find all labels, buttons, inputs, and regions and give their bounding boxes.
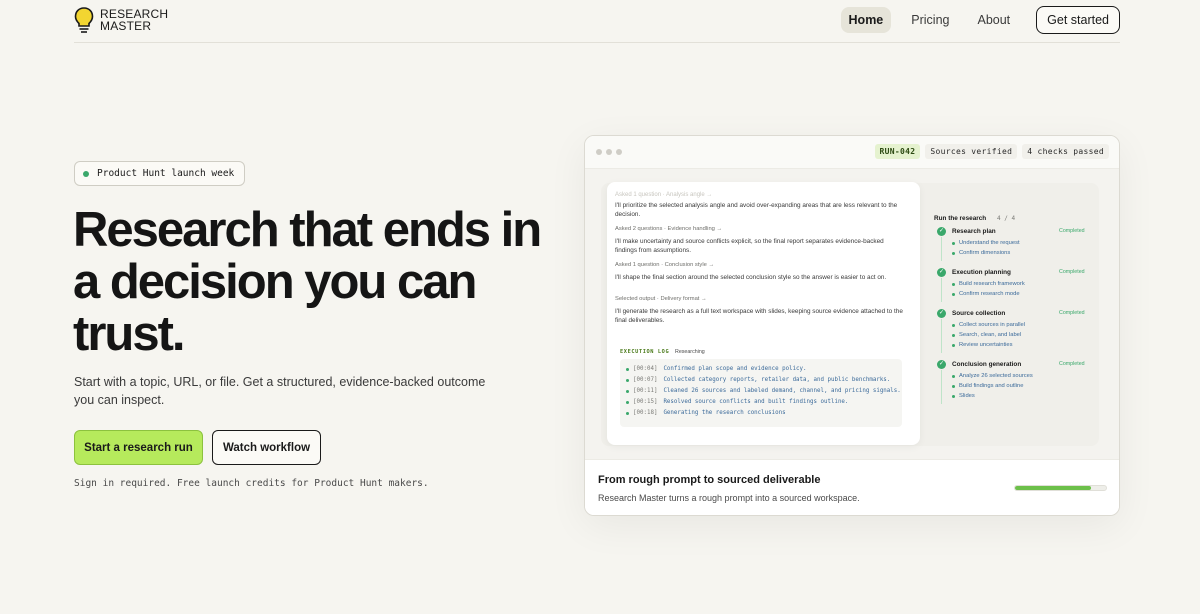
site-header: RESEARCH MASTER Home Pricing About Get s… xyxy=(74,0,1120,43)
footer-subtitle: Research Master turns a rough prompt int… xyxy=(598,493,860,503)
brand-logo[interactable]: RESEARCH MASTER xyxy=(74,6,210,34)
stage-step: Build research framework xyxy=(952,281,1025,287)
sources-chip: Sources verified xyxy=(925,144,1018,159)
brand-line-2: MASTER xyxy=(100,19,152,33)
hero-subtitle: Start with a topic, URL, or file. Get a … xyxy=(74,375,486,407)
stage-status: Completed xyxy=(1059,228,1085,234)
stage-title: Source collection xyxy=(952,310,1006,317)
window-dot-icon xyxy=(596,149,602,155)
check-icon: ✓ xyxy=(937,227,946,236)
stage-step: Review uncertainties xyxy=(952,342,1013,348)
chat-card: Asked 1 question · Analysis angle → I'll… xyxy=(607,182,920,445)
log-row: [00:07] Collected category reports, retai… xyxy=(626,377,890,383)
run-id-chip: RUN-042 xyxy=(874,144,921,159)
stage-status: Completed xyxy=(1059,310,1085,316)
stage-step: Understand the request xyxy=(952,240,1020,246)
stage-step: Search, clean, and label xyxy=(952,332,1021,338)
execution-status: Researching xyxy=(675,349,705,355)
window-controls xyxy=(596,149,626,155)
window-titlebar: RUN-042 Sources verified 4 checks passed xyxy=(585,136,1119,169)
stage-connector xyxy=(941,319,942,353)
signin-note: Sign in required. Free launch credits fo… xyxy=(74,478,429,489)
check-icon: ✓ xyxy=(937,360,946,369)
stage-step: Analyze 26 selected sources xyxy=(952,373,1033,379)
nav-about[interactable]: About xyxy=(969,7,1018,33)
stage-connector xyxy=(941,237,942,261)
stage-step: Collect sources in parallel xyxy=(952,322,1025,328)
progress-bar xyxy=(1014,485,1107,491)
stage-step: Slides xyxy=(952,393,975,399)
stage-connector xyxy=(941,278,942,302)
run-chips: RUN-042 Sources verified 4 checks passed xyxy=(870,144,1109,159)
execution-log-label: EXECUTION LOG xyxy=(620,349,670,355)
run-count: 4 / 4 xyxy=(997,215,1016,222)
execution-log: [00:04] Confirmed plan scope and evidence… xyxy=(620,359,902,427)
check-icon: ✓ xyxy=(937,309,946,318)
lightbulb-icon xyxy=(74,7,94,33)
chat-message: I'll prioritize the selected analysis an… xyxy=(615,202,898,219)
window-body: Asked 1 question · Analysis angle → I'll… xyxy=(585,169,1119,459)
stage-status: Completed xyxy=(1059,361,1085,367)
chat-question-meta[interactable]: Asked 2 questions · Evidence handling → xyxy=(615,226,722,232)
get-started-button[interactable]: Get started xyxy=(1036,6,1120,34)
window-dot-icon xyxy=(616,149,622,155)
launch-badge: Product Hunt launch week xyxy=(74,161,246,186)
window-footer: From rough prompt to sourced deliverable… xyxy=(585,459,1119,515)
chat-faded-meta: Asked 1 question · Analysis angle → xyxy=(615,192,713,198)
stage-title: Execution planning xyxy=(952,269,1011,276)
log-row: [00:18] Generating the research conclusio… xyxy=(626,410,786,416)
stage-title: Research plan xyxy=(952,228,996,235)
stage-title: Conclusion generation xyxy=(952,361,1022,368)
chat-message: I'll shape the final section around the … xyxy=(615,274,887,281)
demo-window: RUN-042 Sources verified 4 checks passed… xyxy=(584,135,1120,516)
stage-step: Confirm dimensions xyxy=(952,250,1010,256)
log-row: [00:11] Cleaned 26 sources and labeled de… xyxy=(626,388,901,394)
hero-title: Research that ends in a decision you can… xyxy=(73,203,542,361)
run-title: Run the research xyxy=(934,215,987,222)
watch-workflow-button[interactable]: Watch workflow xyxy=(212,430,321,465)
launch-badge-label: Product Hunt launch week xyxy=(97,168,235,179)
brand-name: RESEARCH MASTER xyxy=(100,8,210,32)
check-icon: ✓ xyxy=(937,268,946,277)
stage-step: Confirm research mode xyxy=(952,291,1020,297)
nav-home[interactable]: Home xyxy=(840,7,892,33)
chat-message: I'll make uncertainty and source conflic… xyxy=(615,238,884,255)
start-research-button[interactable]: Start a research run xyxy=(74,430,203,465)
stage-status: Completed xyxy=(1059,269,1085,275)
log-row: [00:04] Confirmed plan scope and evidence… xyxy=(626,366,807,372)
window-dot-icon xyxy=(606,149,612,155)
status-dot xyxy=(83,170,89,177)
stage-step: Build findings and outline xyxy=(952,383,1023,389)
nav-pricing[interactable]: Pricing xyxy=(903,7,957,33)
chat-question-meta[interactable]: Asked 1 question · Conclusion style → xyxy=(615,262,714,268)
chat-question-meta[interactable]: Selected output · Delivery format → xyxy=(615,296,707,302)
log-row: [00:15] Resolved source conflicts and bui… xyxy=(626,399,848,405)
footer-title: From rough prompt to sourced deliverable xyxy=(598,474,821,486)
chat-message: I'll generate the research as a full tex… xyxy=(615,308,903,325)
main-nav: Home Pricing About Get started xyxy=(829,6,1120,34)
checks-chip: 4 checks passed xyxy=(1022,144,1109,159)
stage-connector xyxy=(941,370,942,404)
progress-fill xyxy=(1015,486,1092,490)
